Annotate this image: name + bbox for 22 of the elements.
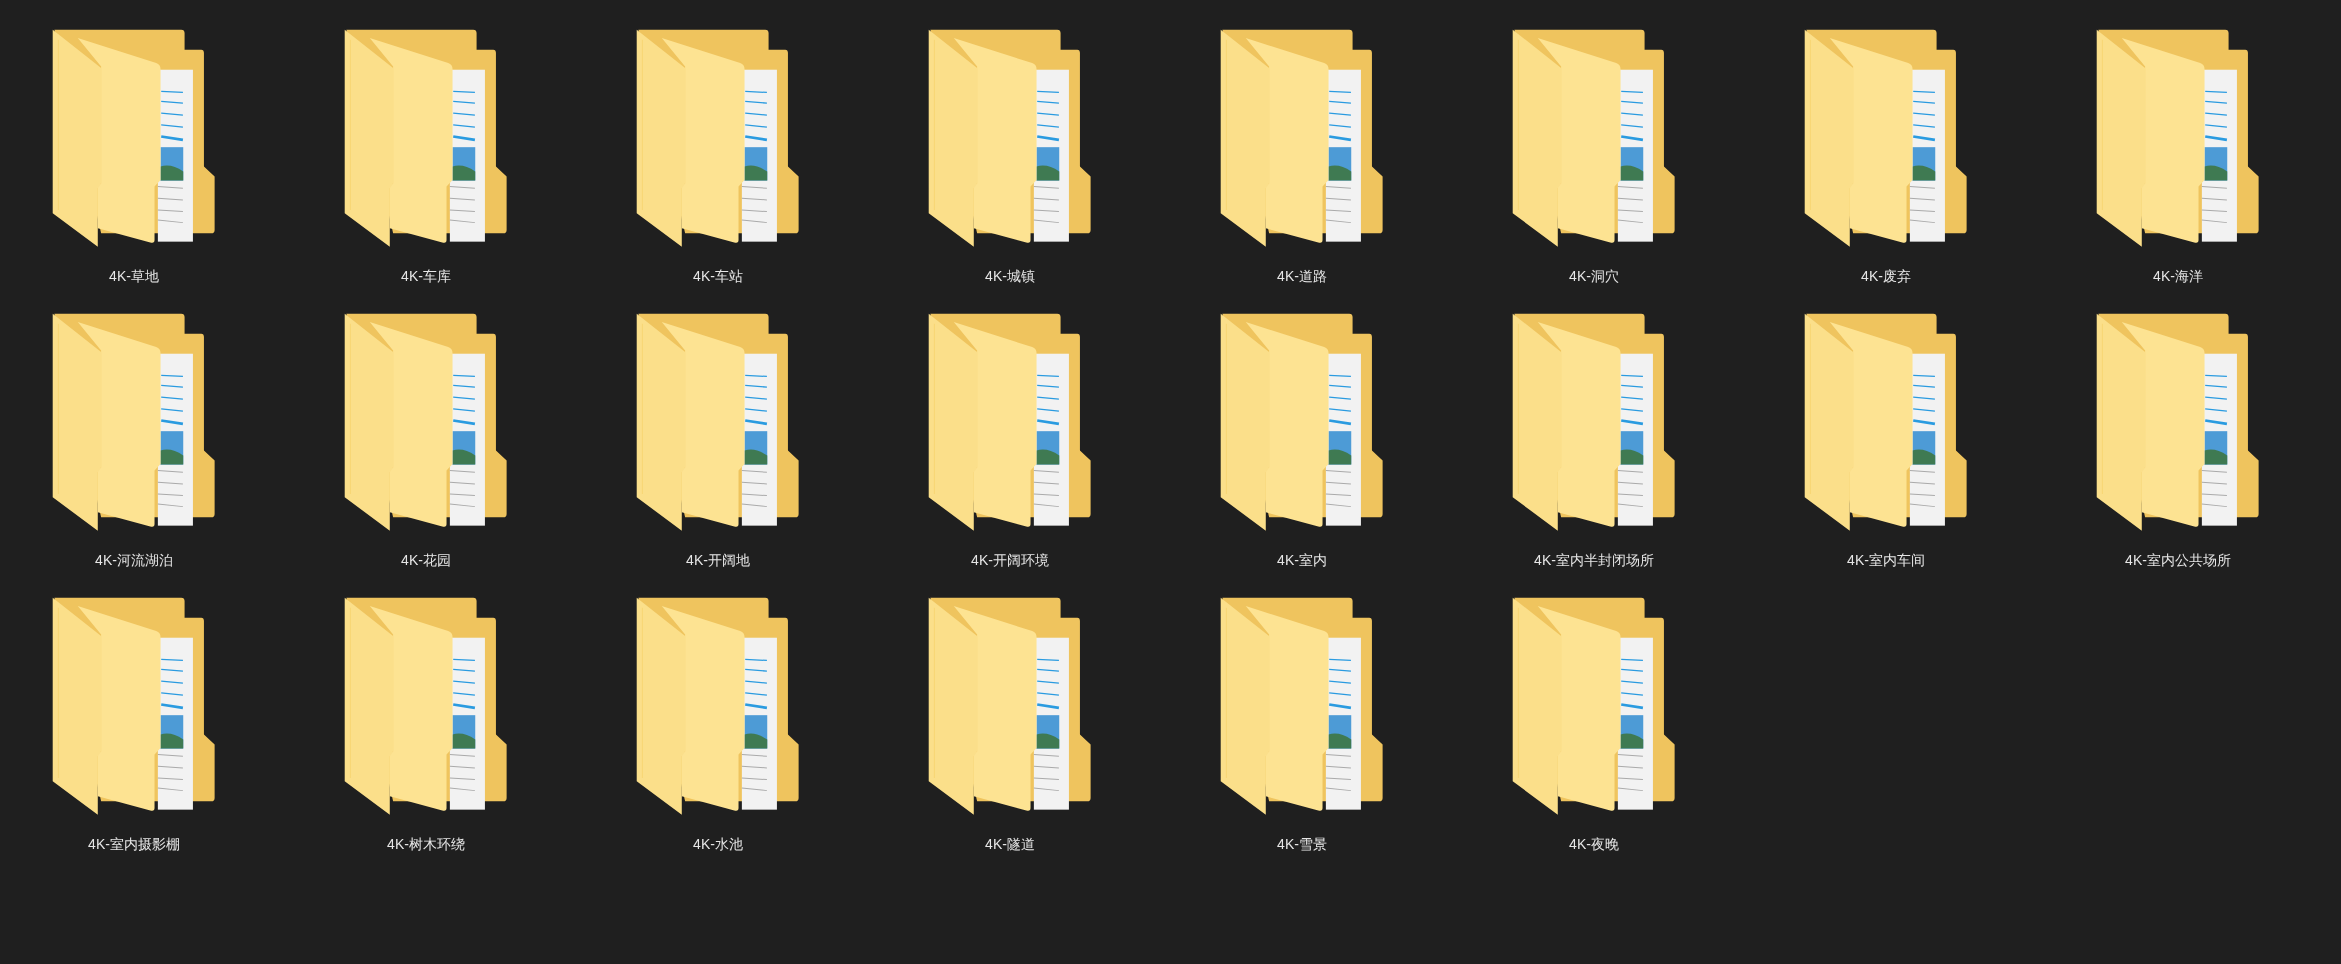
folder-name: 4K-室内车间 (1847, 551, 1925, 569)
folder-name: 4K-水池 (693, 835, 743, 853)
folder-name: 4K-隧道 (985, 835, 1035, 853)
folder-name: 4K-开阔地 (686, 551, 750, 569)
folder-name: 4K-室内半封闭场所 (1534, 551, 1654, 569)
folder-name: 4K-河流湖泊 (95, 551, 173, 569)
folder-name: 4K-洞穴 (1569, 267, 1619, 285)
folder-name: 4K-夜晚 (1569, 835, 1619, 853)
folder-name: 4K-道路 (1277, 267, 1327, 285)
folder-name: 4K-室内 (1277, 551, 1327, 569)
folder-name: 4K-废弃 (1861, 267, 1911, 285)
folder-name: 4K-海洋 (2153, 267, 2203, 285)
folder-name: 4K-雪景 (1277, 835, 1327, 853)
folder-name: 4K-室内公共场所 (2125, 551, 2231, 569)
folder-name: 4K-车站 (693, 267, 743, 285)
folder-name: 4K-花园 (401, 551, 451, 569)
folder-name: 4K-室内摄影棚 (88, 835, 180, 853)
folder-name: 4K-城镇 (985, 267, 1035, 285)
folder-name: 4K-车库 (401, 267, 451, 285)
folder-name: 4K-草地 (109, 267, 159, 285)
folder-name: 4K-树木环绕 (387, 835, 465, 853)
folder-name: 4K-开阔环境 (971, 551, 1049, 569)
